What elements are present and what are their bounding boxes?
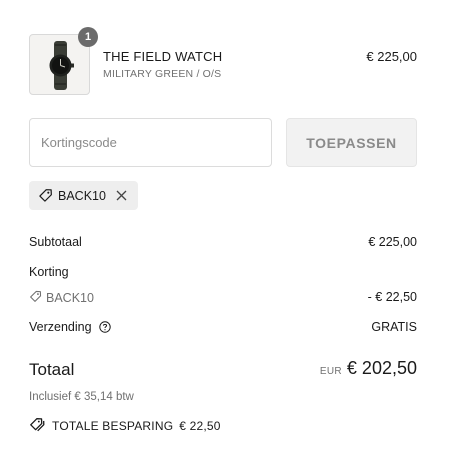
total-label: Totaal — [29, 360, 75, 379]
apply-discount-button[interactable]: TOEPASSEN — [286, 118, 417, 167]
subtotal-value: € 225,00 — [368, 235, 417, 249]
total-amount: € 202,50 — [346, 358, 417, 378]
tag-icon — [29, 290, 42, 306]
double-tag-icon — [29, 417, 46, 435]
product-price: € 225,00 — [366, 49, 417, 64]
discount-code-input[interactable] — [29, 118, 272, 167]
total-savings: TOTALE BESPARING € 22,50 — [29, 417, 221, 435]
total-currency: EUR — [319, 366, 342, 377]
tag-icon — [38, 188, 53, 203]
product-name: THE FIELD WATCH — [103, 49, 223, 64]
total-value-wrap: EUR € 202,50 — [320, 358, 417, 379]
order-summary: 1 THE FIELD WATCH MILITARY GREEN / O/S €… — [29, 27, 417, 433]
subtotal-label: Subtotaal — [29, 235, 82, 249]
line-item: 1 THE FIELD WATCH MILITARY GREEN / O/S €… — [29, 27, 417, 95]
close-icon[interactable] — [115, 189, 129, 203]
discount-code-text: BACK10 — [46, 291, 94, 305]
savings-value: € 22,50 — [179, 419, 221, 433]
question-circle-icon[interactable] — [99, 321, 111, 336]
savings-label: TOTALE BESPARING — [52, 419, 174, 433]
applied-discount-chip: BACK10 — [29, 181, 138, 210]
shipping-label-wrap: Verzending — [29, 320, 111, 336]
product-variant: MILITARY GREEN / O/S — [103, 68, 222, 80]
discount-heading: Korting — [29, 265, 69, 279]
discount-value: - € 22,50 — [367, 290, 417, 304]
discount-form: TOEPASSEN — [29, 118, 417, 167]
shipping-label: Verzending — [29, 320, 92, 334]
applied-discount-code: BACK10 — [58, 188, 106, 203]
discount-code-label: BACK10 — [29, 290, 94, 306]
shipping-value: GRATIS — [371, 320, 417, 334]
quantity-badge: 1 — [78, 27, 98, 47]
tax-note: Inclusief € 35,14 btw — [29, 391, 134, 403]
